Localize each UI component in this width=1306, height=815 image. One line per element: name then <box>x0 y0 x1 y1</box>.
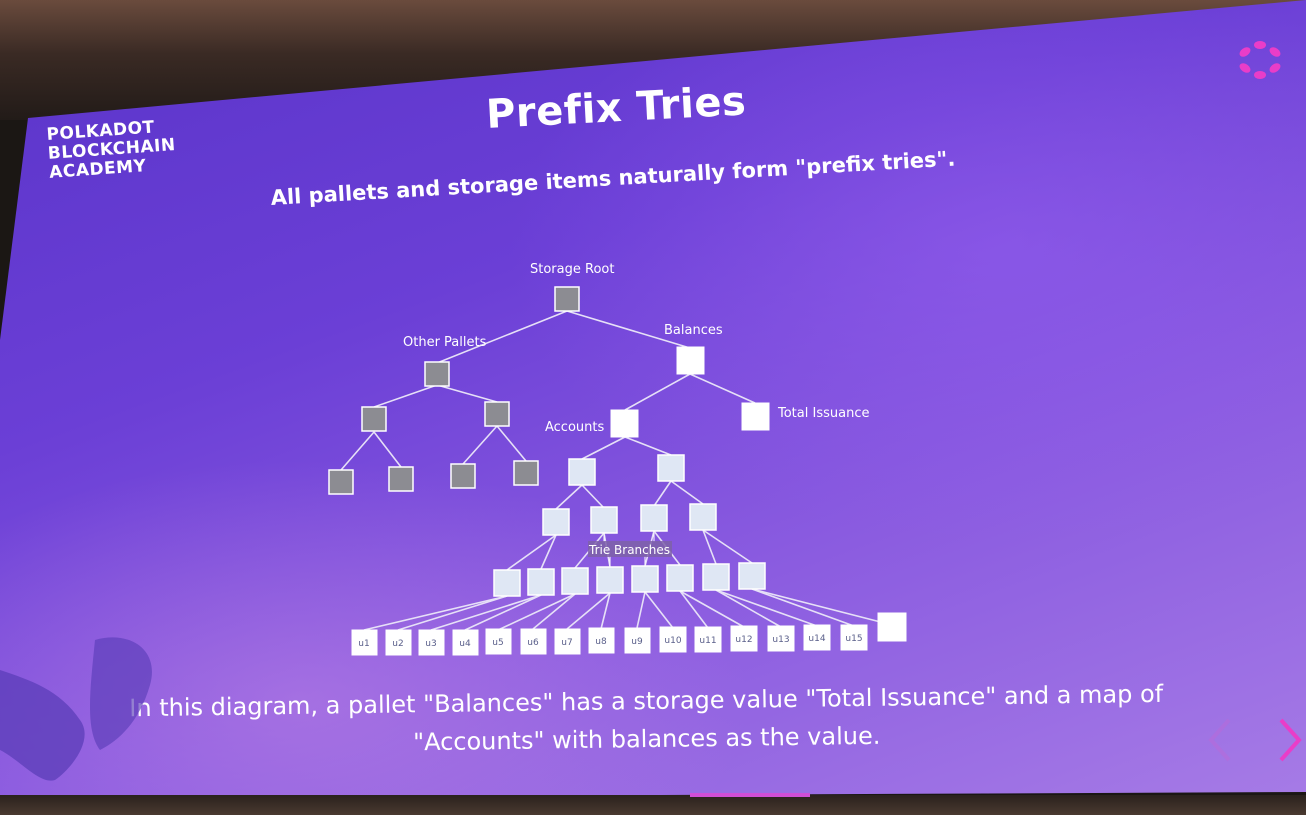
trie-node <box>484 401 510 427</box>
trie-branch-node <box>689 503 717 531</box>
leaf-label: u10 <box>664 636 681 646</box>
trie-branches-label: Trie Branches <box>588 543 670 557</box>
progress-accent <box>690 793 810 797</box>
leaf-label: u4 <box>459 639 471 649</box>
leaf-label: u15 <box>845 634 862 644</box>
leaf-label: u1 <box>358 639 369 649</box>
leaf-label: u2 <box>392 639 403 649</box>
leaf-label: u12 <box>735 635 752 645</box>
trie-branch-node <box>596 566 624 594</box>
trie-branch-node <box>590 506 618 534</box>
trie-node <box>450 463 476 489</box>
trie-branch-node <box>702 563 730 591</box>
storage-root-label: Storage Root <box>530 262 614 277</box>
trie-branch-node <box>640 504 668 532</box>
purple-brush-mark <box>0 637 152 781</box>
accounts-node <box>610 409 639 438</box>
leaf-label: u6 <box>527 638 539 648</box>
trie-node <box>388 466 414 492</box>
balances-node <box>676 346 705 375</box>
trie-branch-node <box>568 458 596 486</box>
trie-branch-node <box>631 565 659 593</box>
trie-branch-node <box>561 567 589 595</box>
storage-root-node <box>554 286 580 312</box>
chevron-left-icon[interactable] <box>1205 715 1235 765</box>
leaf-label: u14 <box>808 634 825 644</box>
trie-branch-node <box>738 562 766 590</box>
leaf-label: u3 <box>425 639 436 649</box>
trie-node <box>513 460 539 486</box>
leaf-label: u5 <box>492 638 503 648</box>
balances-label: Balances <box>664 323 723 338</box>
accounts-label: Accounts <box>545 420 604 435</box>
total-issuance-label: Total Issuance <box>777 406 869 421</box>
trie-branch-node <box>542 508 570 536</box>
trie-node <box>328 469 354 495</box>
chevron-right-icon[interactable] <box>1275 715 1305 765</box>
leaf-label: u13 <box>772 635 789 645</box>
leaf-node-unlabeled <box>877 612 907 642</box>
room-floor <box>0 795 1306 815</box>
slide-caption: In this diagram, a pallet "Balances" has… <box>76 674 1217 766</box>
trie-branch-node <box>493 569 521 597</box>
trie-branch-node <box>657 454 685 482</box>
leaf-label: u7 <box>561 638 572 648</box>
total-issuance-node <box>741 402 770 431</box>
other-pallets-label: Other Pallets <box>403 335 487 350</box>
leaf-label: u8 <box>595 637 607 647</box>
trie-branch-node <box>666 564 694 592</box>
other-pallets-node <box>424 361 450 387</box>
leaf-label: u11 <box>699 636 716 646</box>
trie-node <box>361 406 387 432</box>
trie-branch-node <box>527 568 555 596</box>
leaf-label: u9 <box>631 637 643 647</box>
